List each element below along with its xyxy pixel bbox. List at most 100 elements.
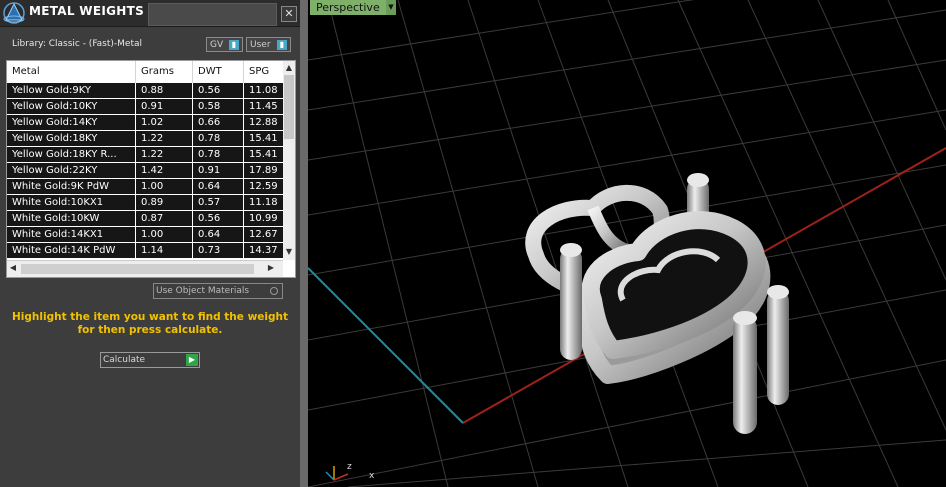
- instruction-line-1: Highlight the item you want to find the …: [12, 311, 288, 323]
- cell-spg: 12.88: [249, 117, 278, 128]
- cell-grams: 1.00: [136, 179, 193, 194]
- user-indicator-icon: ▮: [277, 40, 287, 50]
- cell-metal: Yellow Gold:18KY: [7, 131, 136, 146]
- table-row[interactable]: White Gold:10KX1 0.89 0.57 11.18: [7, 195, 283, 211]
- gizmo-x-label: x: [369, 471, 375, 481]
- panel-divider[interactable]: [300, 0, 308, 487]
- cell-dwt: 0.58: [193, 99, 244, 114]
- cell-metal: White Gold:14K PdW: [7, 243, 136, 258]
- cell-grams: 0.91: [136, 99, 193, 114]
- gv-indicator-icon: ▮: [229, 40, 239, 50]
- table-row[interactable]: White Gold:14K PdW 1.14 0.73 14.37: [7, 243, 283, 259]
- cell-dwt: 0.64: [193, 179, 244, 194]
- cell-metal: Yellow Gold:22KY: [7, 163, 136, 178]
- cell-metal: White Gold:9K PdW: [7, 179, 136, 194]
- cell-metal: Yellow Gold:14KY: [7, 115, 136, 130]
- heart-ring-model: [525, 173, 789, 434]
- cell-spg: 11.18: [249, 197, 278, 208]
- cell-dwt: 0.78: [193, 147, 244, 162]
- cell-dwt: 0.91: [193, 163, 244, 178]
- cell-spg: 12.59: [249, 181, 278, 192]
- column-header-dwt[interactable]: DWT: [193, 61, 244, 83]
- instruction-line-2: for then press calculate.: [77, 324, 223, 336]
- app-logo-icon: [3, 2, 25, 24]
- cell-dwt: 0.57: [193, 195, 244, 210]
- instruction-text: Highlight the item you want to find the …: [10, 311, 290, 337]
- panel-titlebar: METAL WEIGHTS ✕: [0, 0, 300, 27]
- cell-metal: Yellow Gold:10KY: [7, 99, 136, 114]
- table-body: Yellow Gold:9KY 0.88 0.56 11.08 Yellow G…: [7, 83, 283, 259]
- table-row[interactable]: Yellow Gold:22KY 1.42 0.91 17.89: [7, 163, 283, 179]
- table-row[interactable]: White Gold:10KW 0.87 0.56 10.99: [7, 211, 283, 227]
- cell-spg: 15.41: [249, 149, 278, 160]
- gv-toggle-button[interactable]: GV ▮: [206, 37, 243, 52]
- cell-spg: 14.37: [249, 245, 278, 256]
- table-vertical-scrollbar[interactable]: ▲ ▼: [283, 61, 295, 260]
- cell-spg: 17.89: [249, 165, 278, 176]
- scene-canvas: [308, 0, 946, 487]
- cell-metal: White Gold:10KX1: [7, 195, 136, 210]
- gv-label: GV: [210, 40, 224, 50]
- calculate-label: Calculate: [103, 355, 146, 365]
- cell-metal: Yellow Gold:9KY: [7, 83, 136, 98]
- cell-dwt: 0.56: [193, 83, 244, 98]
- table-row[interactable]: Yellow Gold:9KY 0.88 0.56 11.08: [7, 83, 283, 99]
- gizmo-z-label: z: [347, 462, 352, 472]
- table-row[interactable]: White Gold:9K PdW 1.00 0.64 12.59: [7, 179, 283, 195]
- panel-title: METAL WEIGHTS: [29, 4, 145, 18]
- cell-metal: White Gold:14KX1: [7, 227, 136, 242]
- table-header: Metal Grams DWT SPG: [7, 61, 283, 84]
- cell-grams: 1.22: [136, 147, 193, 162]
- cell-dwt: 0.73: [193, 243, 244, 258]
- close-button[interactable]: ✕: [281, 6, 297, 22]
- viewport-perspective[interactable]: Perspective ▼ z x: [308, 0, 946, 487]
- scroll-right-icon[interactable]: ▶: [265, 263, 277, 272]
- cell-spg: 12.67: [249, 229, 278, 240]
- y-axis: [308, 267, 464, 424]
- cell-dwt: 0.56: [193, 211, 244, 226]
- table-row[interactable]: Yellow Gold:18KY R... 1.22 0.78 15.41: [7, 147, 283, 163]
- titlebar-empty-tab: [148, 3, 277, 26]
- calculate-button[interactable]: Calculate ▶: [100, 352, 200, 368]
- column-header-metal[interactable]: Metal: [7, 61, 136, 83]
- table-row[interactable]: Yellow Gold:18KY 1.22 0.78 15.41: [7, 131, 283, 147]
- cell-spg: 11.08: [249, 85, 278, 96]
- scroll-up-icon[interactable]: ▲: [283, 63, 295, 72]
- cell-metal: White Gold:10KW: [7, 211, 136, 226]
- gizmo-y-line: [325, 471, 335, 481]
- vertical-scroll-thumb[interactable]: [284, 75, 294, 139]
- table-row[interactable]: Yellow Gold:10KY 0.91 0.58 11.45: [7, 99, 283, 115]
- cell-grams: 1.42: [136, 163, 193, 178]
- scroll-left-icon[interactable]: ◀: [7, 263, 19, 272]
- cell-grams: 1.00: [136, 227, 193, 242]
- cell-dwt: 0.78: [193, 131, 244, 146]
- table-row[interactable]: Yellow Gold:14KY 1.02 0.66 12.88: [7, 115, 283, 131]
- cell-grams: 1.02: [136, 115, 193, 130]
- user-label: User: [250, 40, 271, 50]
- column-header-spg[interactable]: SPG: [244, 61, 283, 83]
- cell-grams: 0.89: [136, 195, 193, 210]
- scroll-down-icon[interactable]: ▼: [283, 247, 295, 256]
- cell-spg: 10.99: [249, 213, 278, 224]
- user-toggle-button[interactable]: User ▮: [246, 37, 291, 52]
- column-header-grams[interactable]: Grams: [136, 61, 193, 83]
- table-row[interactable]: White Gold:14KX1 1.00 0.64 12.67: [7, 227, 283, 243]
- radio-indicator-icon: [270, 287, 278, 295]
- cell-grams: 1.14: [136, 243, 193, 258]
- cell-dwt: 0.66: [193, 115, 244, 130]
- view-name-tab[interactable]: Perspective: [310, 0, 390, 15]
- horizontal-scroll-thumb[interactable]: [21, 264, 254, 274]
- cell-dwt: 0.64: [193, 227, 244, 242]
- cell-spg: 11.45: [249, 101, 278, 112]
- play-icon: ▶: [186, 354, 198, 366]
- view-dropdown-icon[interactable]: ▼: [386, 0, 396, 15]
- use-object-materials-toggle[interactable]: Use Object Materials: [153, 283, 283, 299]
- metal-weights-panel: METAL WEIGHTS ✕ Library: Classic - (Fast…: [0, 0, 300, 487]
- cell-grams: 0.87: [136, 211, 193, 226]
- metal-table: Metal Grams DWT SPG Yellow Gold:9KY 0.88…: [6, 60, 296, 278]
- table-horizontal-scrollbar[interactable]: ◀ ▶: [7, 260, 283, 277]
- cell-spg: 15.41: [249, 133, 278, 144]
- cell-grams: 0.88: [136, 83, 193, 98]
- use-object-materials-label: Use Object Materials: [156, 286, 250, 296]
- library-label: Library: Classic - (Fast)-Metal: [12, 39, 143, 49]
